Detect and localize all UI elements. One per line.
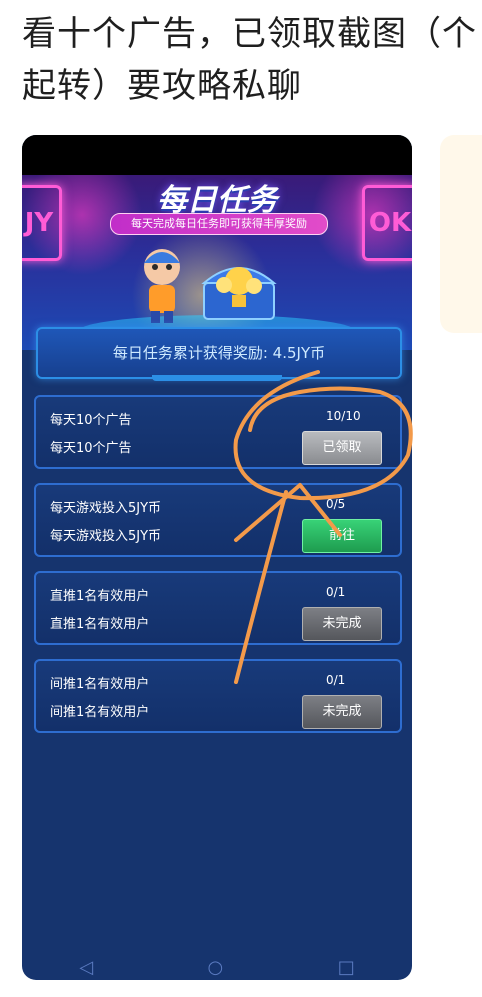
task-progress: 10/10 [326,409,361,423]
task-card-direct-referral: 直推1名有效用户 直推1名有效用户 0/1 未完成 [34,571,402,645]
daily-task-banner: JY OK 每日任务 每天完成每日任务即可获得丰厚奖励 [22,175,412,350]
go-button[interactable]: 前往 [302,519,382,553]
phone-screenshot: JY OK 每日任务 每天完成每日任务即可获得丰厚奖励 每日任务累计获得奖励: … [22,135,412,980]
task-subtitle: 每天游戏投入5JY币 [50,529,162,544]
treasure-chest-icon [201,267,277,320]
task-card-game-bet: 每天游戏投入5JY币 每天游戏投入5JY币 0/5 前往 [34,483,402,557]
task-card-indirect-referral: 间推1名有效用户 间推1名有效用户 0/1 未完成 [34,659,402,733]
task-progress: 0/5 [326,497,346,511]
reward-summary: 每日任务累计获得奖励: 4.5JY币 [36,327,402,379]
task-progress: 0/1 [326,673,346,687]
mascot-icon [144,249,180,323]
status-bar [22,135,412,175]
post-text: 看十个广告，已领取截图（个起转）要攻略私聊 [22,14,477,106]
task-title: 直推1名有效用户 [50,589,150,604]
system-nav-bar: ◁ ○ □ [22,955,412,980]
side-card[interactable] [440,135,482,333]
task-subtitle: 每天10个广告 [50,441,132,456]
incomplete-button[interactable]: 未完成 [302,607,382,641]
task-card-ads: 每天10个广告 每天10个广告 10/10 已领取 [34,395,402,469]
home-icon[interactable]: ○ [208,957,224,978]
task-title: 间推1名有效用户 [50,677,150,692]
task-progress: 0/1 [326,585,346,599]
claimed-button[interactable]: 已领取 [302,431,382,465]
task-title: 每天10个广告 [50,413,132,428]
task-subtitle: 间推1名有效用户 [50,705,150,720]
summary-tab-decoration [152,375,282,381]
incomplete-button[interactable]: 未完成 [302,695,382,729]
task-subtitle: 直推1名有效用户 [50,617,150,632]
banner-subtitle: 每天完成每日任务即可获得丰厚奖励 [110,213,328,235]
back-icon[interactable]: ◁ [79,957,93,978]
recent-apps-icon[interactable]: □ [338,957,355,978]
task-title: 每天游戏投入5JY币 [50,501,162,516]
